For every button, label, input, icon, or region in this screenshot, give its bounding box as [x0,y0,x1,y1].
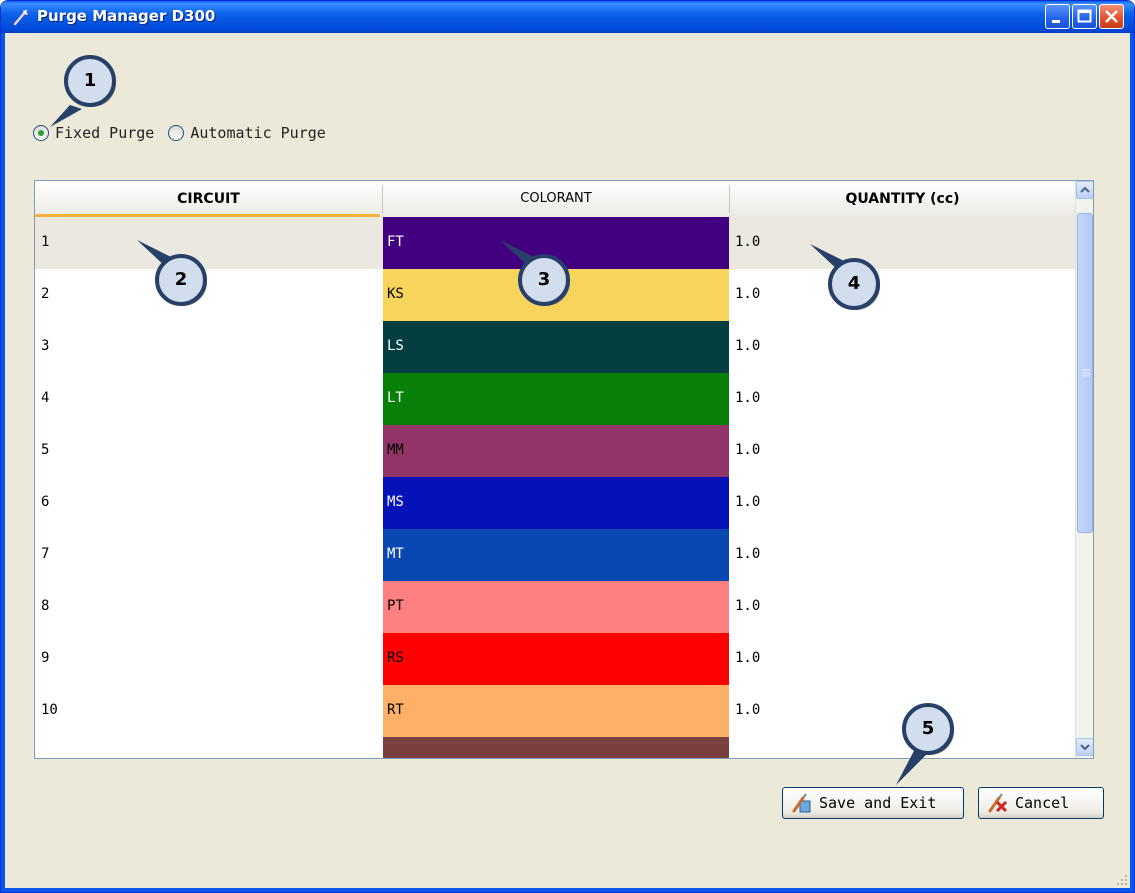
vertical-scrollbar[interactable] [1075,181,1093,758]
quantity-cell[interactable]: 1.0 [735,373,1075,425]
maximize-button[interactable] [1072,4,1097,29]
minimize-icon [1052,20,1060,23]
colorant-cell: MT [383,529,729,581]
quantity-cell[interactable]: 1.0 [735,217,1075,269]
callout-1: 1 [50,55,122,127]
callout-4: 4 [810,244,886,316]
table-row[interactable]: 9 RS 1.0 [35,633,1075,685]
automatic-purge-label: Automatic Purge [190,124,326,142]
close-icon [1105,10,1118,23]
cancel-brush-icon [988,793,1008,813]
save-and-exit-button[interactable]: Save and Exit [782,787,964,819]
circuit-cell [41,737,381,758]
fixed-purge-radio[interactable]: Fixed Purge [33,124,154,142]
quantity-cell[interactable]: 1.0 [735,269,1075,321]
window-title: Purge Manager D300 [37,7,216,25]
close-button[interactable] [1099,4,1124,29]
colorant-cell: PT [383,581,729,633]
circuit-cell: 4 [41,390,50,406]
resize-grip-icon[interactable] [1116,874,1128,886]
fixed-purge-label: Fixed Purge [55,124,155,142]
quantity-cell[interactable]: 1.0 [735,633,1075,685]
quantity-cell[interactable]: 1.0 [735,477,1075,529]
save-and-exit-label: Save and Exit [819,794,937,812]
column-header-quantity[interactable]: QUANTITY (cc) [730,181,1075,217]
scrollbar-thumb[interactable] [1077,213,1093,533]
colorant-cell: RS [383,633,729,685]
colorant-cell: LT [383,373,729,425]
colorant-cell [383,737,729,758]
quantity-cell[interactable]: 1.0 [735,581,1075,633]
purge-mode-group: Fixed Purge Automatic Purge [33,121,340,145]
callout-3: 3 [500,240,576,312]
grip-icon [1082,369,1090,377]
colorant-cell: LS [383,321,729,373]
table-row[interactable]: 6 MS 1.0 [35,477,1075,529]
scroll-up-button[interactable] [1076,181,1093,199]
title-bar[interactable]: Purge Manager D300 [1,1,1134,33]
colorant-cell: MS [383,477,729,529]
table-row[interactable]: 7 MT 1.0 [35,529,1075,581]
dispenser-tool-icon [13,9,28,26]
table-row[interactable]: 5 MM 1.0 [35,425,1075,477]
circuit-cell: 10 [41,702,58,718]
colorant-cell: RT [383,685,729,737]
chevron-down-icon [1080,744,1090,751]
automatic-purge-radio[interactable]: Automatic Purge [168,124,326,142]
cancel-button[interactable]: Cancel [978,787,1104,819]
table-row[interactable]: 8 PT 1.0 [35,581,1075,633]
circuit-cell: 7 [41,546,50,562]
circuit-cell: 6 [41,494,50,510]
purge-manager-window: Purge Manager D300 Fixed Purge Automatic… [0,0,1135,893]
cancel-label: Cancel [1015,794,1070,812]
circuit-cell: 9 [41,650,50,666]
chevron-up-icon [1080,186,1090,193]
table-row[interactable]: 3 LS 1.0 [35,321,1075,373]
column-header-colorant[interactable]: COLORANT [383,181,729,217]
scroll-down-button[interactable] [1076,738,1093,756]
table-row[interactable]: 4 LT 1.0 [35,373,1075,425]
circuit-cell: 3 [41,338,50,354]
quantity-cell[interactable]: 1.0 [735,529,1075,581]
column-header-circuit[interactable]: CIRCUIT [35,181,382,217]
radio-selected-indicator[interactable] [33,125,49,141]
callout-5: 5 [896,703,960,785]
radio-unselected-indicator[interactable] [168,125,185,141]
table-header: CIRCUIT COLORANT QUANTITY (cc) [35,181,1075,218]
circuit-cell: 8 [41,598,50,614]
maximize-icon [1077,9,1092,23]
minimize-button[interactable] [1045,4,1070,29]
circuit-cell: 5 [41,442,50,458]
callout-2: 2 [137,240,213,312]
quantity-cell[interactable]: 1.0 [735,321,1075,373]
colorant-cell: MM [383,425,729,477]
save-brush-icon [792,793,811,813]
quantity-cell[interactable]: 1.0 [735,425,1075,477]
